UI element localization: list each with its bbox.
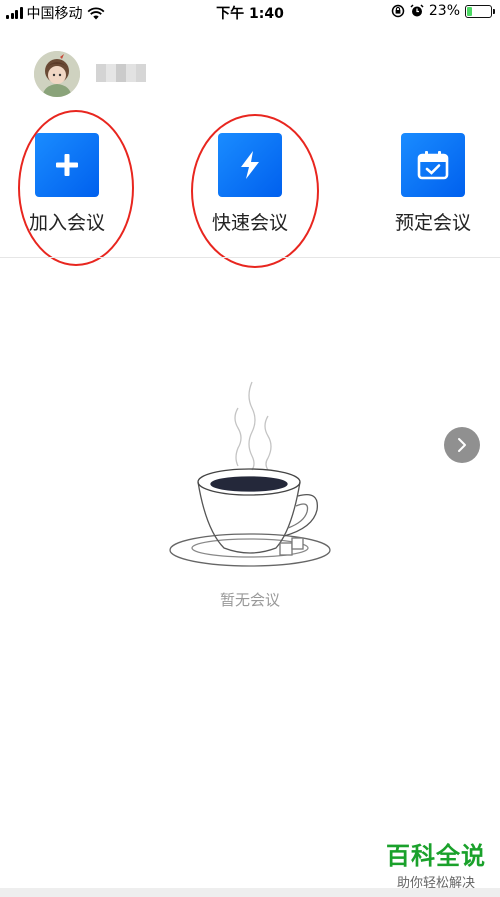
- quick-meeting-label: 快速会议: [211, 212, 288, 234]
- side-expand-button[interactable]: [444, 427, 480, 463]
- join-meeting-label: 加入会议: [28, 212, 105, 234]
- quick-meeting-tile[interactable]: [218, 133, 282, 197]
- coffee-cup-illustration: [160, 378, 340, 578]
- status-right: 23%: [391, 3, 495, 19]
- calendar-check-icon: [417, 151, 449, 180]
- rotation-lock-icon: [391, 4, 405, 18]
- join-meeting-button[interactable]: 加入会议: [12, 133, 122, 235]
- username-blurred: [96, 64, 146, 82]
- avatar-image: [34, 51, 80, 97]
- schedule-meeting-button[interactable]: 预定会议: [378, 133, 488, 235]
- empty-state-text: 暂无会议: [219, 591, 280, 609]
- quick-meeting-button[interactable]: 快速会议: [195, 133, 305, 235]
- plus-icon: [56, 154, 78, 176]
- battery-fill: [467, 6, 473, 16]
- join-meeting-tile[interactable]: [35, 133, 99, 197]
- battery-percent: 23%: [428, 3, 460, 19]
- lightning-icon: [241, 151, 259, 179]
- meeting-actions: 加入会议 快速会议 预定会议: [0, 133, 500, 243]
- battery-icon: [465, 4, 495, 18]
- bottom-bar: [0, 888, 500, 897]
- watermark-title: 百科全说: [386, 842, 486, 870]
- avatar[interactable]: [34, 51, 80, 97]
- schedule-meeting-label: 预定会议: [394, 212, 471, 234]
- section-divider: [0, 257, 500, 258]
- schedule-meeting-tile[interactable]: [401, 133, 465, 197]
- watermark: 百科全说 助你轻松解决: [386, 836, 486, 891]
- alarm-icon: [410, 4, 424, 17]
- chevron-right-icon: [458, 438, 466, 452]
- status-bar: 中国移动 下午 1:40 23%: [0, 0, 500, 26]
